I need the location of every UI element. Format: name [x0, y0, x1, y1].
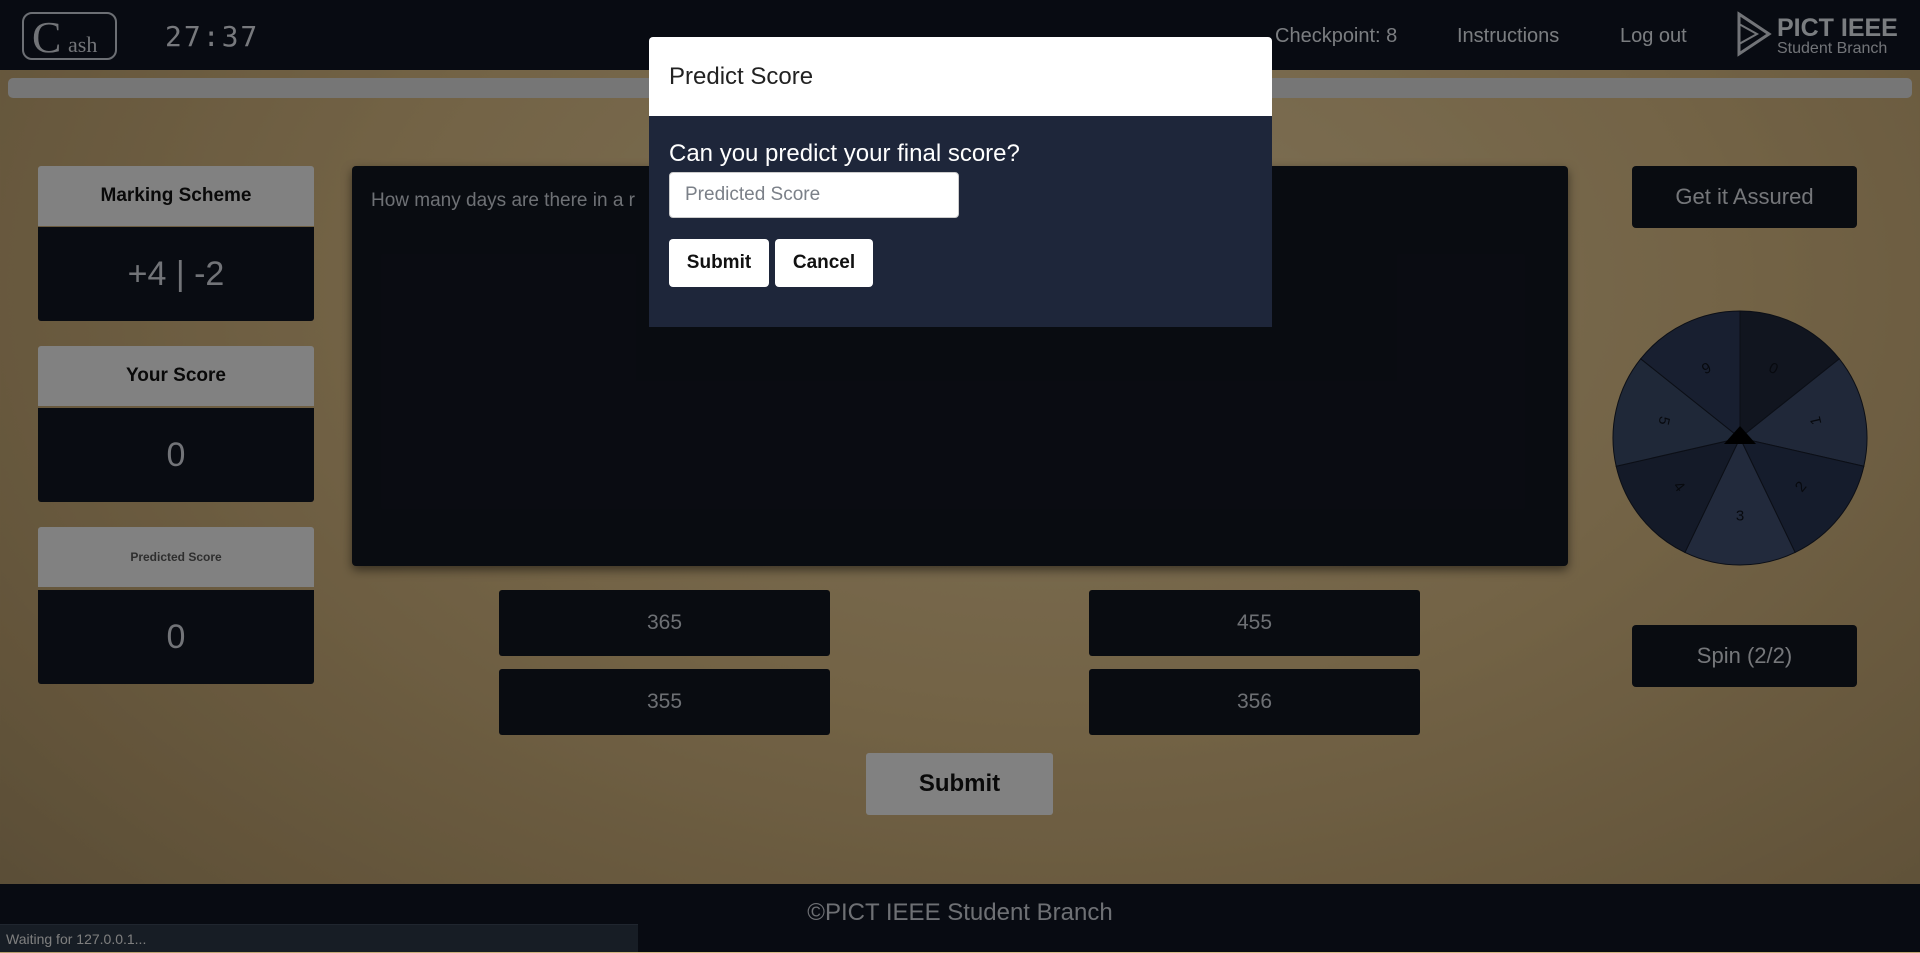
predicted-score-input[interactable] [669, 172, 959, 218]
modal-submit-button[interactable]: Submit [669, 239, 769, 287]
modal-cancel-button[interactable]: Cancel [775, 239, 873, 287]
predict-score-modal: Predict Score Can you predict your final… [649, 37, 1272, 327]
modal-body: Can you predict your final score? Submit… [649, 116, 1272, 327]
modal-header: Predict Score [649, 37, 1272, 116]
modal-title: Predict Score [669, 62, 814, 90]
modal-question: Can you predict your final score? [669, 140, 1020, 167]
